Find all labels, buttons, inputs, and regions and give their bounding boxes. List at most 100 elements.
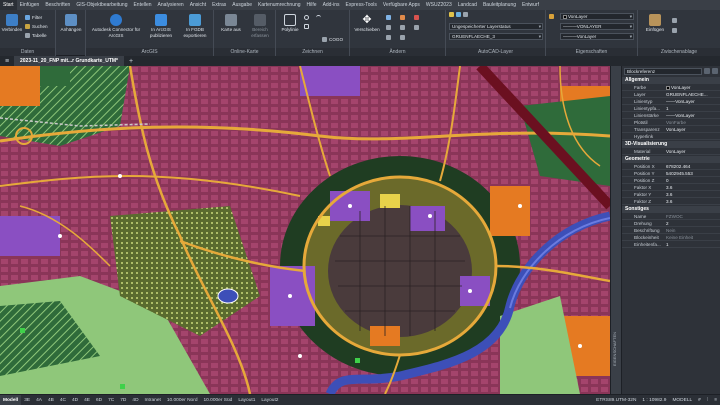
color-combo[interactable]: VonLayer [560,13,634,20]
ribbon-tab-4[interactable]: Entellen [130,0,154,10]
ribbon-tab-15[interactable]: Landcad [455,0,480,10]
filter-button[interactable]: Filter [25,15,42,21]
property-row[interactable]: Faktor Y 3.6 [622,191,720,198]
verschieben-button[interactable]: ✥ Verschieben [352,14,382,33]
property-row[interactable]: Faktor Z 3.6 [622,198,720,205]
property-value[interactable]: 1 [664,105,720,111]
polylinie-button[interactable]: Polylinie [278,14,302,33]
property-value[interactable]: VonLayer [664,126,720,132]
property-value[interactable]: VonLayer [664,148,720,154]
tabelle-button[interactable]: Tabelle [25,33,47,39]
ribbon-tab-10[interactable]: Hilfe [304,0,320,10]
trim-button[interactable] [400,15,407,21]
customize-menu-icon[interactable]: ≡ [711,395,720,405]
property-row-plotstil[interactable]: Plotstil VonFarbe [622,119,720,126]
property-row[interactable]: Name FZWOC [622,213,720,220]
property-value[interactable]: Nein [664,227,720,233]
model-space-toggle[interactable]: MODELL [669,395,695,405]
grid-icon[interactable]: # [695,395,704,405]
property-row[interactable]: Drehung 2 [622,220,720,227]
property-value[interactable]: 5402945.553 [664,170,720,176]
map-canvas[interactable] [0,66,610,394]
property-row[interactable]: Position X 678202.464 [622,163,720,170]
erase-button[interactable] [414,15,421,21]
current-layer-combo[interactable]: GRUENFLAECHE_3 [449,33,543,40]
property-row[interactable]: Hyperlink [622,133,720,140]
property-row[interactable]: Blockeinheit Keine Einheit [622,234,720,241]
property-row[interactable]: Linientypfa... 1 [622,105,720,112]
arcgis-publish-button[interactable]: In ArcGIS publizieren [144,14,178,38]
einfuegen-button[interactable]: Einfügen [642,14,668,33]
layout-tab-5[interactable]: 4D [69,395,81,405]
rotate-button[interactable] [386,15,393,21]
object-type-select[interactable]: Blockreferenz [624,67,702,75]
ribbon-tab-12[interactable]: Express-Tools [343,0,380,10]
ribbon-tab-14[interactable]: WSUZ2023 [423,0,455,10]
layout-tab-2[interactable]: 4A [33,395,45,405]
layout-tab-13[interactable]: 10.000er Süd [201,395,236,405]
cogo-button[interactable]: COGO [322,37,343,43]
property-section-header[interactable]: 3D-Visualisierung [622,141,720,148]
ribbon-tab-2[interactable]: Beschriften [42,0,73,10]
layout-tab-0[interactable]: Modell [0,394,22,405]
coordsys-indicator[interactable]: ETRS89.UTM-32N [593,395,639,405]
ribbon-tab-17[interactable]: Entwurf [519,0,542,10]
ribbon-tab-5[interactable]: Analysieren [155,0,187,10]
layout-tab-6[interactable]: 4E [81,395,93,405]
property-value[interactable]: 3.6 [664,198,720,204]
hamburger-menu-icon[interactable]: ≡ [0,58,14,65]
property-row[interactable]: Material VonLayer [622,148,720,155]
suchen-button[interactable]: Suchen [25,24,48,30]
cut-button[interactable] [672,18,679,24]
mirror-button[interactable] [400,25,407,31]
ribbon-tab-13[interactable]: Verfügbare Apps [380,0,423,10]
layout-tab-11[interactable]: Intranet [142,395,164,405]
fillet-button[interactable] [414,25,421,31]
property-value[interactable]: 2 [664,220,720,226]
layout-tab-14[interactable]: Layout1 [235,395,258,405]
layout-tab-10[interactable]: 4D [129,395,141,405]
property-row[interactable]: Linientyp ——VonLayer [622,98,720,105]
property-value[interactable] [664,133,720,139]
property-section-header[interactable]: Geometrie [622,156,720,163]
stretch-button[interactable] [386,35,393,41]
scale-indicator[interactable]: 1 : 10982.9 [639,395,669,405]
property-row[interactable]: Farbe VonLayer [622,84,720,91]
property-row[interactable]: Einheitenfa... 1 [622,241,720,248]
layout-tab-8[interactable]: 7C [105,395,117,405]
layout-tab-9[interactable]: 7D [117,395,129,405]
layout-tab-3[interactable]: 4B [45,395,57,405]
ribbon-tab-7[interactable]: Extras [209,0,229,10]
ribbon-tab-0[interactable]: Start [0,0,17,10]
ribbon-tab-9[interactable]: Kartenumrechnung [255,0,304,10]
lineweight-combo[interactable]: ———VonLayer [560,33,634,40]
property-row[interactable]: Linienstärke ——VonLayer [622,112,720,119]
ribbon-tab-16[interactable]: Bauleitplanung [480,0,519,10]
ribbon-tab-8[interactable]: Ausgabe [229,0,255,10]
property-value[interactable]: VonLayer [664,84,720,90]
property-row[interactable]: Position Z 0 [622,177,720,184]
property-value[interactable]: 3.6 [664,184,720,190]
layer-tools-button[interactable] [449,12,470,18]
arcgis-connector-button[interactable]: Autodesk Connector für ArcGIS [90,14,142,38]
property-value[interactable]: FZWOC [664,213,720,219]
property-row[interactable]: Layer GRUENFLAECHE... [622,91,720,98]
layer-state-combo[interactable]: Ungespeicherter Layerstatus [449,23,543,30]
snap-icon[interactable]: ⁞ [704,395,711,405]
property-row[interactable]: Beschriftung Nein [622,227,720,234]
ribbon-tab-3[interactable]: GIS-Objektbearbeitung [73,0,130,10]
copy-clip-button[interactable] [672,28,679,34]
karte-aus-button[interactable]: Karte aus [216,14,246,33]
property-section-header[interactable]: Sonstiges [622,206,720,213]
property-row[interactable]: Faktor X 3.6 [622,184,720,191]
property-value[interactable]: 0 [664,177,720,183]
property-value[interactable]: GRUENFLAECHE... [664,91,720,97]
property-value[interactable]: 1 [664,241,720,247]
layout-tab-4[interactable]: 4C [57,395,69,405]
document-tab[interactable]: 2023-11_20_FNP mit...r Grundkarte_UTM* [14,56,125,66]
property-value[interactable]: ——VonLayer [664,112,720,118]
rectangle-tool-button[interactable] [304,24,311,30]
layout-tab-1[interactable]: 3E [21,395,33,405]
property-value[interactable]: 678202.464 [664,163,720,169]
fgdb-export-button[interactable]: In FGDB exportieren [178,14,212,38]
